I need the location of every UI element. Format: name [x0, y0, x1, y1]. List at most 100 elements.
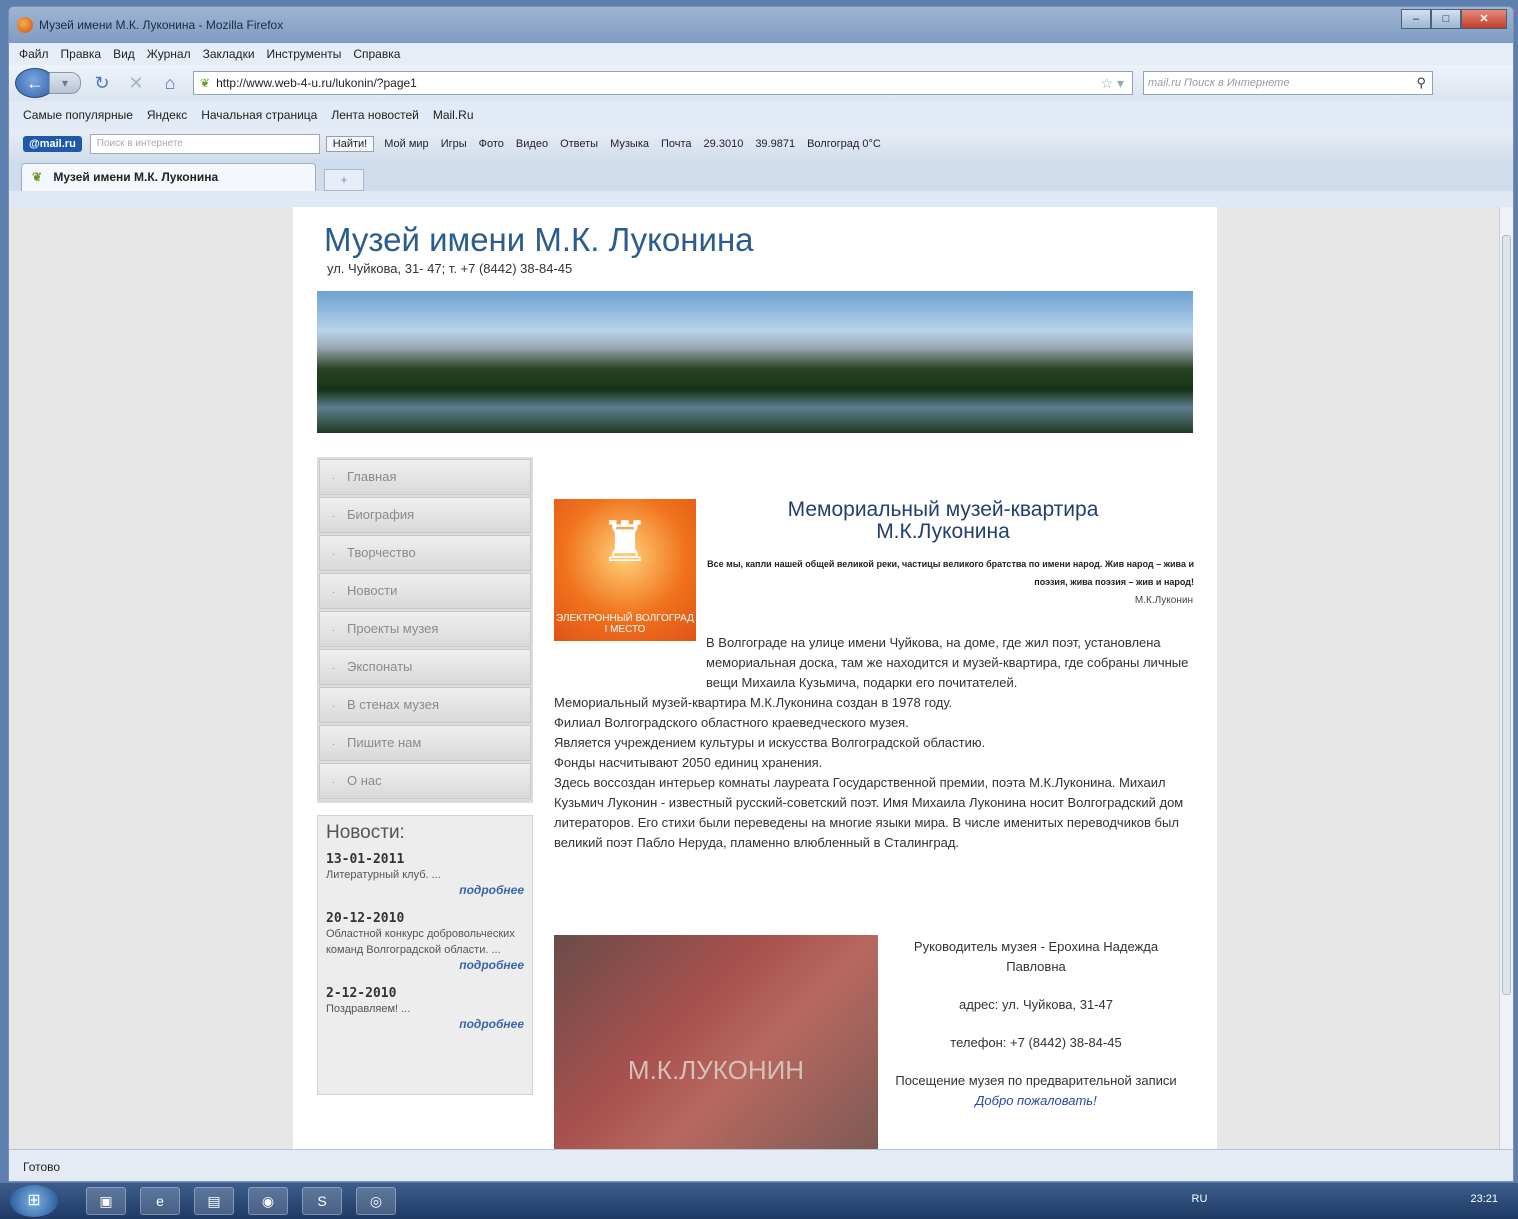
logo-caption: ЭЛЕКТРОННЫЙ ВОЛГОГРАД I МЕСТО: [556, 613, 694, 635]
url-text: http://www.web-4-u.ru/lukonin/?page1: [216, 76, 417, 90]
menu-edit[interactable]: Правка: [61, 47, 102, 61]
contact-phone: телефон: +7 (8442) 38-84-45: [950, 1035, 1122, 1050]
mailru-photo[interactable]: Фото: [479, 138, 504, 150]
bookmark-popular[interactable]: Самые популярные: [23, 108, 133, 122]
explorer-icon[interactable]: ▤: [194, 1187, 234, 1215]
mailru-mail[interactable]: Почта: [661, 138, 692, 150]
memorial-plaque-photo: М.К.ЛУКОНИН: [554, 935, 878, 1151]
forward-button[interactable]: ▾: [49, 72, 81, 94]
nav-in-museum[interactable]: · В стенах музея: [319, 687, 531, 723]
weather[interactable]: Волгоград 0°C: [807, 138, 881, 150]
language-indicator[interactable]: RU: [1192, 1193, 1208, 1205]
mailru-my-world[interactable]: Мой мир: [384, 138, 428, 150]
mailru-video[interactable]: Видео: [516, 138, 548, 150]
article-heading: Мемориальный музей-квартира М.К.Луконина: [787, 498, 1099, 543]
vertical-scrollbar[interactable]: [1499, 207, 1513, 1151]
browser-window: Музей имени М.К. Луконина - Mozilla Fire…: [8, 6, 1514, 1182]
contacts-block: Руководитель музея - Ерохина Надежда Пав…: [891, 937, 1181, 1111]
nav-projects[interactable]: · Проекты музея: [319, 611, 531, 647]
bookmark-yandex[interactable]: Яндекс: [147, 108, 187, 122]
bookmark-news-feed[interactable]: Лента новостей: [331, 108, 419, 122]
nav-about[interactable]: · О нас: [319, 763, 531, 799]
article-paragraph: Здесь воссоздан интерьер комнаты лауреат…: [554, 775, 1184, 850]
firefox-icon: [17, 17, 33, 33]
taskbar: ⊞ ▣ e ▤ ◉ S ◎ RU 23:21: [0, 1183, 1518, 1219]
menu-tools[interactable]: Инструменты: [267, 47, 342, 61]
reload-icon[interactable]: ↻: [89, 73, 115, 94]
news-more-link[interactable]: подробнее: [326, 1017, 524, 1031]
tab-favicon-icon: ❦: [32, 170, 43, 184]
article-body: В Волгограде на улице имени Чуйкова, на …: [554, 633, 1194, 853]
stop-icon[interactable]: ✕: [123, 73, 149, 94]
tab-bar: ❦ Музей имени М.К. Луконина +: [9, 159, 1513, 191]
search-bar[interactable]: mail.ru Поиск в Интернете ⚲: [1143, 71, 1433, 95]
menu-bookmarks[interactable]: Закладки: [203, 47, 255, 61]
title-bar: Музей имени М.К. Луконина - Mozilla Fire…: [9, 7, 1513, 43]
bookmark-mailru[interactable]: Mail.Ru: [433, 108, 474, 122]
menu-view[interactable]: Вид: [113, 47, 135, 61]
system-tray: RU 23:21: [1192, 1193, 1498, 1205]
tab-title: Музей имени М.К. Луконина: [53, 170, 219, 184]
url-bar[interactable]: ❦ http://www.web-4-u.ru/lukonin/?page1 ☆…: [193, 71, 1133, 95]
nav-exhibits[interactable]: · Экспонаты: [319, 649, 531, 685]
award-logo: ♜ ЭЛЕКТРОННЫЙ ВОЛГОГРАД I МЕСТО: [554, 499, 696, 641]
contact-address: адрес: ул. Чуйкова, 31-47: [959, 997, 1113, 1012]
news-heading: Новости:: [326, 822, 405, 843]
news-more-link[interactable]: подробнее: [326, 883, 524, 897]
news-date: 2-12-2010: [326, 986, 397, 1001]
status-text: Готово: [23, 1160, 61, 1174]
media-icon[interactable]: ◉: [248, 1187, 288, 1215]
scrollbar-thumb[interactable]: [1502, 235, 1511, 995]
usd-rate: 29.3010: [703, 138, 744, 150]
article-paragraph: Является учреждением культуры и искусств…: [554, 735, 986, 750]
bookmark-star-icon[interactable]: ☆ ▾: [1101, 75, 1124, 92]
menu-file[interactable]: Файл: [19, 47, 49, 61]
search-icon[interactable]: ⚲: [1416, 75, 1426, 91]
nav-home[interactable]: · Главная: [319, 459, 531, 495]
home-icon[interactable]: ⌂: [157, 73, 183, 94]
side-menu: · Главная · Биография · Творчество · Новости…: [317, 457, 533, 803]
article-paragraph: В Волгограде на улице имени Чуйкова, на …: [706, 635, 1189, 690]
mailru-search-input[interactable]: Поиск в интернете: [89, 134, 320, 154]
menu-help[interactable]: Справка: [353, 47, 400, 61]
mailru-logo[interactable]: @mail.ru: [23, 136, 82, 152]
close-button[interactable]: ✕: [1461, 9, 1507, 29]
bookmarks-toolbar: Самые популярные Яндекс Начальная страни…: [9, 101, 1513, 129]
article-paragraph: Филиал Волгоградского областного краевед…: [554, 715, 909, 730]
nav-news[interactable]: · Новости: [319, 573, 531, 609]
monument-icon: ♜: [599, 510, 651, 573]
skype-icon[interactable]: S: [302, 1187, 342, 1215]
menu-bar: Файл Правка Вид Журнал Закладки Инструме…: [9, 43, 1513, 65]
nav-biography[interactable]: · Биография: [319, 497, 531, 533]
news-date: 20-12-2010: [326, 911, 405, 926]
article-paragraph: Фонды насчитывают 2050 единиц хранения.: [554, 755, 823, 770]
tab-active[interactable]: ❦ Музей имени М.К. Луконина: [21, 163, 316, 191]
new-tab-button[interactable]: +: [324, 169, 364, 191]
eur-rate: 39.9871: [755, 138, 796, 150]
mailru-music[interactable]: Музыка: [610, 138, 649, 150]
taskbar-app-icon[interactable]: ▣: [86, 1187, 126, 1215]
mailru-find-button[interactable]: Найти!: [325, 136, 375, 152]
window-title: Музей имени М.К. Луконина - Mozilla Fire…: [39, 18, 284, 32]
status-bar: Готово: [9, 1149, 1513, 1181]
news-more-link[interactable]: подробнее: [326, 958, 524, 972]
epigraph-author: М.К.Луконин: [1134, 595, 1193, 606]
menu-history[interactable]: Журнал: [147, 47, 191, 61]
nav-contact[interactable]: · Пишите нам: [319, 725, 531, 761]
minimize-button[interactable]: –: [1401, 9, 1431, 29]
firefox-taskbar-icon[interactable]: ◎: [356, 1187, 396, 1215]
news-text: Областной конкурс добровольческих команд…: [326, 928, 515, 956]
site-title: Музей имени М.К. Луконина: [324, 221, 754, 258]
news-text: Поздравляем! ...: [326, 1003, 411, 1015]
bookmark-start-page[interactable]: Начальная страница: [201, 108, 317, 122]
mailru-games[interactable]: Игры: [441, 138, 467, 150]
director: Руководитель музея - Ерохина Надежда Пав…: [913, 939, 1159, 974]
news-panel: Новости: 13-01-2011 Литературный клуб. .…: [317, 815, 533, 1095]
start-button[interactable]: ⊞: [10, 1185, 58, 1217]
mailru-answers[interactable]: Ответы: [560, 138, 598, 150]
nav-works[interactable]: · Творчество: [319, 535, 531, 571]
maximize-button[interactable]: □: [1431, 9, 1461, 29]
clock[interactable]: 23:21: [1470, 1193, 1498, 1205]
article-paragraph: Мемориальный музей-квартира М.К.Луконина…: [554, 695, 953, 710]
ie-icon[interactable]: e: [140, 1187, 180, 1215]
